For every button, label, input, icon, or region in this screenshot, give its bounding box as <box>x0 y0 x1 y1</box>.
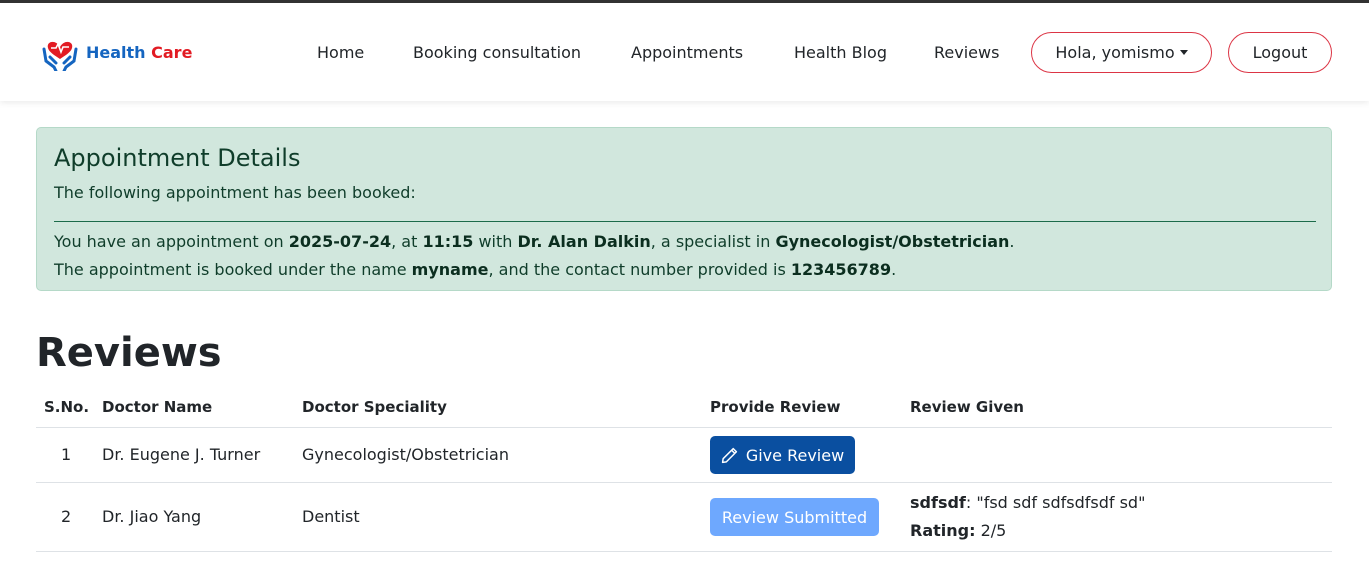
nav-home[interactable]: Home <box>317 43 364 62</box>
appointment-date: 2025-07-24 <box>288 232 392 251</box>
patient-name: myname <box>411 260 489 279</box>
appointment-time: 11:15 <box>422 232 474 251</box>
text: with <box>473 232 518 251</box>
brand-care-text: Care <box>151 42 193 62</box>
header-doctor-speciality: Doctor Speciality <box>302 398 447 416</box>
row-sno: 1 <box>61 445 72 464</box>
rating-label: Rating: <box>910 521 976 540</box>
nav-health-blog[interactable]: Health Blog <box>794 43 887 62</box>
alert-divider <box>54 221 1316 222</box>
row-doctor-name: Dr. Eugene J. Turner <box>102 445 261 464</box>
nav-appointments[interactable]: Appointments <box>631 43 743 62</box>
caret-down-icon <box>1179 50 1188 55</box>
header-sno: S.No. <box>44 398 90 416</box>
row-speciality: Dentist <box>302 507 360 526</box>
text: You have an appointment on <box>54 232 289 251</box>
header-provide-review: Provide Review <box>710 398 841 416</box>
alert-subtitle: The following appointment has been booke… <box>54 183 416 202</box>
give-review-button[interactable]: Give Review <box>710 436 855 474</box>
logout-button[interactable]: Logout <box>1228 32 1332 73</box>
table-divider <box>36 427 1332 428</box>
review-submitted-button: Review Submitted <box>710 498 879 536</box>
review-quote: : "fsd sdf sdfsdfsdf sd" <box>965 493 1146 512</box>
give-review-label: Give Review <box>745 445 845 465</box>
user-greeting: Hola, yomismo <box>1055 43 1175 62</box>
text: , at <box>391 232 423 251</box>
review-author: sdfsdf <box>910 493 966 512</box>
row-speciality: Gynecologist/Obstetrician <box>302 445 509 464</box>
appointment-contact-line: The appointment is booked under the name… <box>54 260 896 279</box>
header-review-given: Review Given <box>910 398 1024 416</box>
brand[interactable]: Health Care <box>42 33 192 71</box>
user-menu-button[interactable]: Hola, yomismo <box>1031 32 1212 73</box>
pencil-icon <box>721 447 737 463</box>
text: , a specialist in <box>650 232 776 251</box>
alert-title: Appointment Details <box>54 144 301 172</box>
text: . <box>891 260 897 279</box>
nav-booking-consultation[interactable]: Booking consultation <box>413 43 581 62</box>
contact-number: 123456789 <box>790 260 892 279</box>
nav-reviews[interactable]: Reviews <box>934 43 999 62</box>
logout-label: Logout <box>1252 43 1308 62</box>
row-doctor-name: Dr. Jiao Yang <box>102 507 202 526</box>
appointment-summary-line: You have an appointment on 2025-07-24, a… <box>54 232 1015 251</box>
reviews-heading: Reviews <box>36 330 222 376</box>
review-rating: Rating: 2/5 <box>910 521 1006 540</box>
table-divider <box>36 551 1332 552</box>
appointment-speciality: Gynecologist/Obstetrician <box>775 232 1010 251</box>
brand-health-text: Health <box>86 42 146 62</box>
header-doctor-name: Doctor Name <box>102 398 213 416</box>
rating-value: 2/5 <box>975 521 1007 540</box>
text: , and the contact number provided is <box>488 260 791 279</box>
appointment-doctor: Dr. Alan Dalkin <box>517 232 651 251</box>
table-divider <box>36 482 1332 483</box>
navbar: Health Care Home Booking consultation Ap… <box>0 3 1369 101</box>
brand-name: Health Care <box>86 43 192 62</box>
row-sno: 2 <box>61 507 72 526</box>
text: The appointment is booked under the name <box>54 260 412 279</box>
review-content: sdfsdf: "fsd sdf sdfsdfsdf sd" <box>910 493 1145 512</box>
text: . <box>1009 232 1015 251</box>
appointment-details-alert: Appointment Details The following appoin… <box>36 127 1332 291</box>
heart-hands-icon <box>42 41 78 71</box>
review-submitted-label: Review Submitted <box>721 507 868 527</box>
